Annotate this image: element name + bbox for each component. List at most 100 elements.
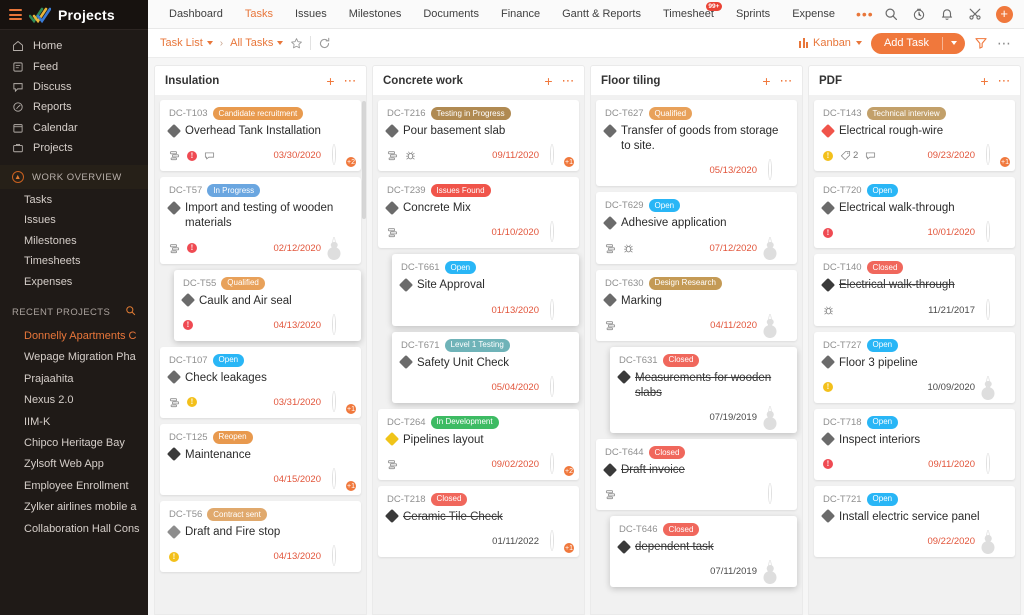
view-selector-kanban[interactable]: Kanban — [799, 37, 862, 49]
status-badge[interactable]: Closed — [662, 353, 700, 367]
status-badge[interactable]: Qualified — [648, 107, 693, 120]
avatar[interactable] — [987, 145, 989, 165]
refresh-icon[interactable] — [318, 37, 331, 50]
task-card[interactable]: DC-T627 Qualified Transfer of goods from s… — [596, 100, 797, 187]
avatar[interactable] — [769, 160, 771, 180]
subtask-icon[interactable] — [169, 243, 180, 254]
assignee-overflow-count[interactable]: +1 — [563, 542, 575, 555]
sidebar-item-projects[interactable]: Projects — [0, 138, 148, 158]
column-scrollbar[interactable] — [362, 101, 366, 219]
tab-issues[interactable]: Issues — [284, 0, 338, 29]
avatar[interactable] — [333, 237, 335, 257]
task-card[interactable]: DC-T103 Candidate recruitment Overhead Tan… — [160, 100, 361, 172]
tag-count[interactable]: 2 — [840, 150, 858, 161]
subtask-icon[interactable] — [387, 150, 398, 161]
bug-icon[interactable] — [623, 243, 634, 254]
priority-high-icon[interactable]: ! — [823, 227, 833, 238]
task-card[interactable]: DC-T140 Closed Electrical walk-through 11/2… — [814, 254, 1015, 326]
sidebar-item-calendar[interactable]: Calendar — [0, 118, 148, 138]
status-badge[interactable]: Closed — [648, 446, 686, 460]
subtask-icon[interactable] — [169, 150, 180, 161]
sidebar-project-item[interactable]: Zylker airlines mobile a — [0, 496, 148, 517]
assignee[interactable]: +1 — [551, 531, 575, 555]
avatar[interactable] — [769, 407, 771, 427]
assignee-overflow-count[interactable]: +1 — [999, 156, 1011, 169]
subtask-icon[interactable] — [387, 227, 398, 238]
status-badge[interactable]: Closed — [662, 523, 700, 537]
sidebar-item-tasks[interactable]: Tasks — [0, 189, 148, 210]
sidebar-project-item[interactable]: Wepage Migration Pha — [0, 347, 148, 368]
timer-icon[interactable] — [912, 7, 927, 22]
assignee[interactable] — [769, 561, 788, 581]
avatar[interactable] — [551, 222, 553, 242]
star-icon[interactable] — [290, 37, 303, 50]
assignee[interactable] — [551, 222, 570, 242]
sidebar-project-item[interactable]: Collaboration Hall Cons — [0, 518, 148, 539]
tab-timesheet[interactable]: Timesheet 99+ — [652, 0, 725, 29]
assignee[interactable] — [551, 299, 570, 320]
avatar[interactable] — [769, 237, 771, 257]
breadcrumb-task-list[interactable]: Task List — [160, 37, 213, 49]
status-badge[interactable]: Open — [866, 184, 899, 198]
task-card[interactable]: DC-T239 Issues Found Concrete Mix 01/10/202… — [378, 177, 579, 249]
task-card[interactable]: DC-T720 Open Electrical walk-through! 10/01… — [814, 177, 1015, 249]
tab-milestones[interactable]: Milestones — [338, 0, 413, 29]
avatar[interactable] — [551, 453, 553, 473]
search-projects-icon[interactable] — [125, 305, 136, 319]
sidebar-project-item[interactable]: Prajaahita — [0, 368, 148, 389]
avatar[interactable] — [551, 376, 553, 396]
avatar[interactable] — [987, 376, 989, 396]
bug-icon[interactable] — [405, 150, 416, 161]
sidebar-item-milestones[interactable]: Milestones — [0, 231, 148, 252]
assignee[interactable] — [769, 407, 788, 427]
priority-high-icon[interactable]: ! — [823, 459, 833, 470]
task-card[interactable]: DC-T216 Testing in Progress Pour basement … — [378, 100, 579, 172]
status-badge[interactable]: In Progress — [207, 184, 261, 198]
sidebar-project-item[interactable]: Nexus 2.0 — [0, 389, 148, 410]
sidebar-project-item[interactable]: IIM-K — [0, 411, 148, 432]
assignee[interactable] — [987, 222, 1006, 242]
tab-finance[interactable]: Finance — [490, 0, 551, 29]
avatar[interactable] — [987, 299, 989, 319]
status-badge[interactable]: Open — [648, 199, 681, 213]
search-icon[interactable] — [884, 7, 899, 22]
tab-expense[interactable]: Expense — [781, 0, 846, 29]
assignee[interactable] — [333, 314, 352, 335]
priority-medium-icon[interactable]: ! — [169, 551, 179, 562]
avatar[interactable] — [987, 222, 989, 242]
avatar[interactable] — [551, 531, 553, 551]
status-badge[interactable]: Open — [866, 338, 899, 352]
tag-icon[interactable] — [840, 150, 851, 161]
hamburger-menu-icon[interactable] — [9, 9, 22, 20]
subtask-icon[interactable] — [387, 459, 398, 470]
avatar[interactable] — [551, 299, 553, 319]
add-icon[interactable]: + — [995, 5, 1013, 23]
task-card[interactable]: DC-T671 Level 1 Testing Safety Unit Check 0… — [392, 331, 579, 403]
priority-medium-icon[interactable]: ! — [823, 382, 833, 393]
status-badge[interactable]: Closed — [430, 492, 468, 506]
assignee[interactable] — [987, 531, 1006, 551]
subtask-icon[interactable] — [169, 397, 180, 408]
tab-tasks[interactable]: Tasks — [234, 0, 284, 29]
priority-medium-icon[interactable]: ! — [823, 150, 833, 161]
avatar[interactable] — [987, 531, 989, 551]
sidebar-item-home[interactable]: Home — [0, 36, 148, 56]
assignee[interactable]: +1 — [987, 145, 1011, 169]
status-badge[interactable]: Open — [866, 492, 899, 506]
add-card-icon[interactable]: + — [320, 74, 340, 88]
status-badge[interactable]: Qualified — [221, 276, 265, 290]
add-card-icon[interactable]: + — [756, 74, 776, 88]
avatar[interactable] — [333, 145, 335, 165]
comment-icon[interactable] — [204, 150, 215, 161]
assignee[interactable] — [987, 376, 1006, 397]
status-badge[interactable]: Closed — [866, 261, 904, 275]
priority-high-icon[interactable]: ! — [187, 150, 197, 161]
task-card[interactable]: DC-T57 In Progress Import and testing of w… — [160, 177, 361, 264]
status-badge[interactable]: Level 1 Testing — [444, 338, 510, 352]
assignee[interactable]: +2 — [551, 453, 575, 477]
task-card[interactable]: DC-T718 Open Inspect interiors! 09/11/2020 — [814, 408, 1015, 480]
status-badge[interactable]: Technical interview — [866, 107, 946, 120]
sidebar-item-discuss[interactable]: Discuss — [0, 77, 148, 97]
breadcrumb-all-tasks[interactable]: All Tasks — [230, 37, 284, 49]
task-card[interactable]: DC-T644 Closed Draft invoice — [596, 439, 797, 511]
